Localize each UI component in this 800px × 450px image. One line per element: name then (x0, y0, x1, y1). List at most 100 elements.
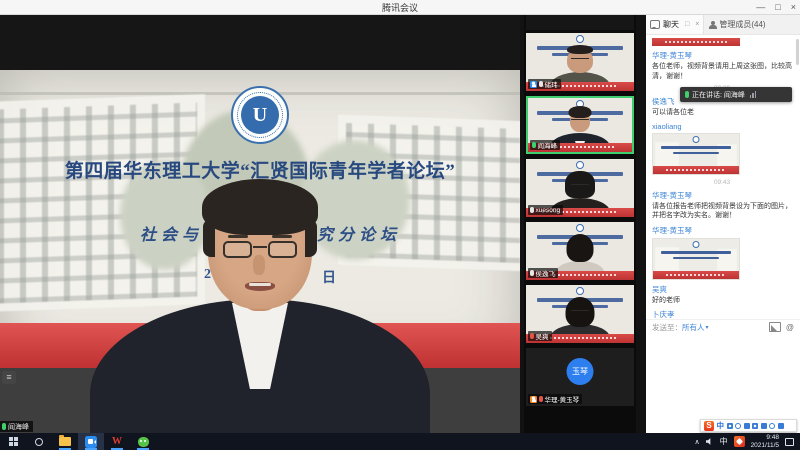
window-title: 腾讯会议 (0, 1, 800, 14)
tray-expand-icon[interactable]: ∧ (694, 438, 699, 446)
mic-speaking-icon (685, 91, 689, 98)
active-speaker-name: 阎海峰 (8, 422, 29, 432)
mic-muted-icon (530, 333, 534, 339)
chat-scrollbar[interactable] (796, 39, 799, 65)
mini-logo (693, 241, 700, 248)
mini-red-text (666, 169, 726, 171)
half-shape-icon[interactable] (727, 423, 733, 429)
participant-video-partial[interactable] (526, 15, 634, 30)
taskbar-file-explorer[interactable] (52, 433, 78, 450)
action-center-icon[interactable] (785, 438, 794, 446)
ime-indicator[interactable]: 中 (720, 436, 728, 447)
chat-sender-name: 华理-黄玉琴 (652, 190, 792, 201)
chat-image-message[interactable] (652, 133, 740, 175)
chat-image-message[interactable] (652, 238, 740, 280)
participant-video[interactable]: xuesong (526, 159, 634, 217)
tray-app-icon[interactable] (734, 436, 745, 447)
main-video[interactable]: U 第四届华东理工大学“汇贤国际青年学者论坛” 社会与公共 究分论坛 202 日 (0, 15, 520, 433)
person-glasses (571, 58, 589, 63)
glasses-bridge (253, 246, 267, 248)
speaking-indicator-tooltip: 正在讲话: 阎海峰 (680, 87, 792, 102)
participant-name: 华理-黄玉琴 (545, 394, 580, 404)
search-button[interactable] (26, 433, 52, 450)
participant-video-strip: 储玮 阎海峰 (524, 15, 636, 433)
participant-name: xuesong (536, 207, 561, 214)
tab-manage-members[interactable]: 管理成员(44) (703, 15, 800, 34)
mini-logo (576, 35, 584, 43)
mic-icon[interactable] (752, 423, 758, 429)
chat-message-list[interactable]: 华理-黄玉琴 各位老师，视频背景请用上周这张图，比较高清，谢谢！ 09:39 侯… (646, 36, 796, 319)
video-list-toggle-icon[interactable]: ≡ (2, 371, 16, 384)
chat-timestamp: 09:43 (652, 179, 792, 186)
toolbox-icon[interactable] (778, 423, 784, 429)
system-tray: ∧ 中 9:48 2021/11/5 (694, 434, 800, 449)
volume-bar (752, 93, 754, 98)
logo-monogram: U (241, 96, 279, 134)
volume-bar (755, 91, 757, 98)
participant-video-speaking[interactable]: 阎海峰 (526, 96, 634, 154)
participant-label: xuesong (528, 205, 563, 215)
participant-label: 吴爽 (528, 331, 552, 341)
taskbar-tencent-meeting[interactable] (78, 433, 104, 450)
mini-subtitle-line (673, 257, 719, 259)
start-button[interactable] (0, 433, 26, 450)
host-badge-icon (530, 396, 537, 403)
tab-chat[interactable]: 聊天 □ × (646, 15, 703, 34)
chat-image-partial[interactable] (652, 38, 740, 46)
mini-title-line (661, 251, 731, 254)
participant-person (542, 299, 618, 335)
sogou-logo-icon[interactable]: S (704, 421, 714, 431)
send-to-label: 发送至： (652, 322, 682, 333)
chat-sender-name: 华理-黄玉琴 (652, 225, 792, 236)
participant-label: 华理-黄玉琴 (528, 394, 582, 404)
speaking-indicator-text: 正在讲话: 阎海峰 (692, 90, 745, 100)
minimize-button[interactable]: — (756, 0, 765, 15)
participant-label: 侯逸飞 (528, 268, 558, 278)
mini-red-strip (653, 166, 739, 174)
participant-label: 阎海峰 (530, 140, 560, 150)
taskbar-wps[interactable]: W (104, 433, 130, 450)
ime-chinese-icon[interactable]: 中 (717, 420, 725, 431)
tray-time: 9:48 (751, 434, 779, 442)
speaker-hair-side (305, 219, 317, 257)
person-icon (708, 21, 716, 29)
speaker-volume-icon[interactable] (706, 438, 714, 446)
wechat-icon (138, 437, 149, 447)
emoji-icon[interactable] (735, 423, 741, 429)
chat-panel: 聊天 □ × 管理成员(44) 华理-黄玉琴 各位老师，视频背景请用上周这张图，… (646, 15, 800, 433)
chat-sendbar: 发送至： 所有人 ▾ @ (646, 319, 800, 334)
participant-video[interactable]: 侯逸飞 (526, 222, 634, 280)
volume-bar (750, 95, 752, 98)
clock[interactable]: 9:48 2021/11/5 (751, 434, 779, 449)
mic-muted-icon (539, 396, 543, 402)
participant-person (542, 47, 618, 83)
image-icon[interactable] (769, 322, 781, 332)
participant-video[interactable]: 储玮 (526, 33, 634, 91)
search-icon (35, 438, 43, 446)
chat-message-text: 请各位报告老师把视频背景设为下面的图片，并把名字改为实名。谢谢！ (652, 202, 792, 221)
mention-icon[interactable]: @ (786, 323, 794, 332)
speaker-teeth (249, 283, 271, 286)
volume-bars-icon (750, 91, 757, 98)
person-glasses (571, 310, 589, 315)
maximize-button[interactable]: □ (775, 0, 780, 15)
settings-icon[interactable] (744, 423, 750, 429)
send-to-dropdown[interactable]: 所有人 (682, 322, 705, 333)
participant-video[interactable]: 吴爽 (526, 285, 634, 343)
mini-red-strip (526, 15, 634, 18)
mini-title-line (661, 146, 731, 149)
clipboard-icon[interactable] (769, 423, 775, 429)
popout-icon[interactable]: □ (685, 21, 689, 28)
ime-toolbar: S 中 (700, 419, 797, 432)
taskbar-wechat[interactable] (130, 433, 156, 450)
chat-message-text: 好的老师 (652, 296, 792, 306)
keyboard-icon[interactable] (761, 423, 767, 429)
close-button[interactable]: × (791, 0, 796, 15)
chat-bubble-icon (650, 20, 660, 29)
close-chat-icon[interactable]: × (695, 21, 699, 28)
mic-on-icon (530, 207, 534, 213)
taskbar: W ∧ 中 9:48 2021/11/5 (0, 433, 800, 450)
participant-name: 侯逸飞 (536, 268, 556, 278)
participant-video-novideo[interactable]: 玉琴 华理-黄玉琴 (526, 348, 634, 406)
chat-sender-name: 华理-黄玉琴 (652, 50, 792, 61)
